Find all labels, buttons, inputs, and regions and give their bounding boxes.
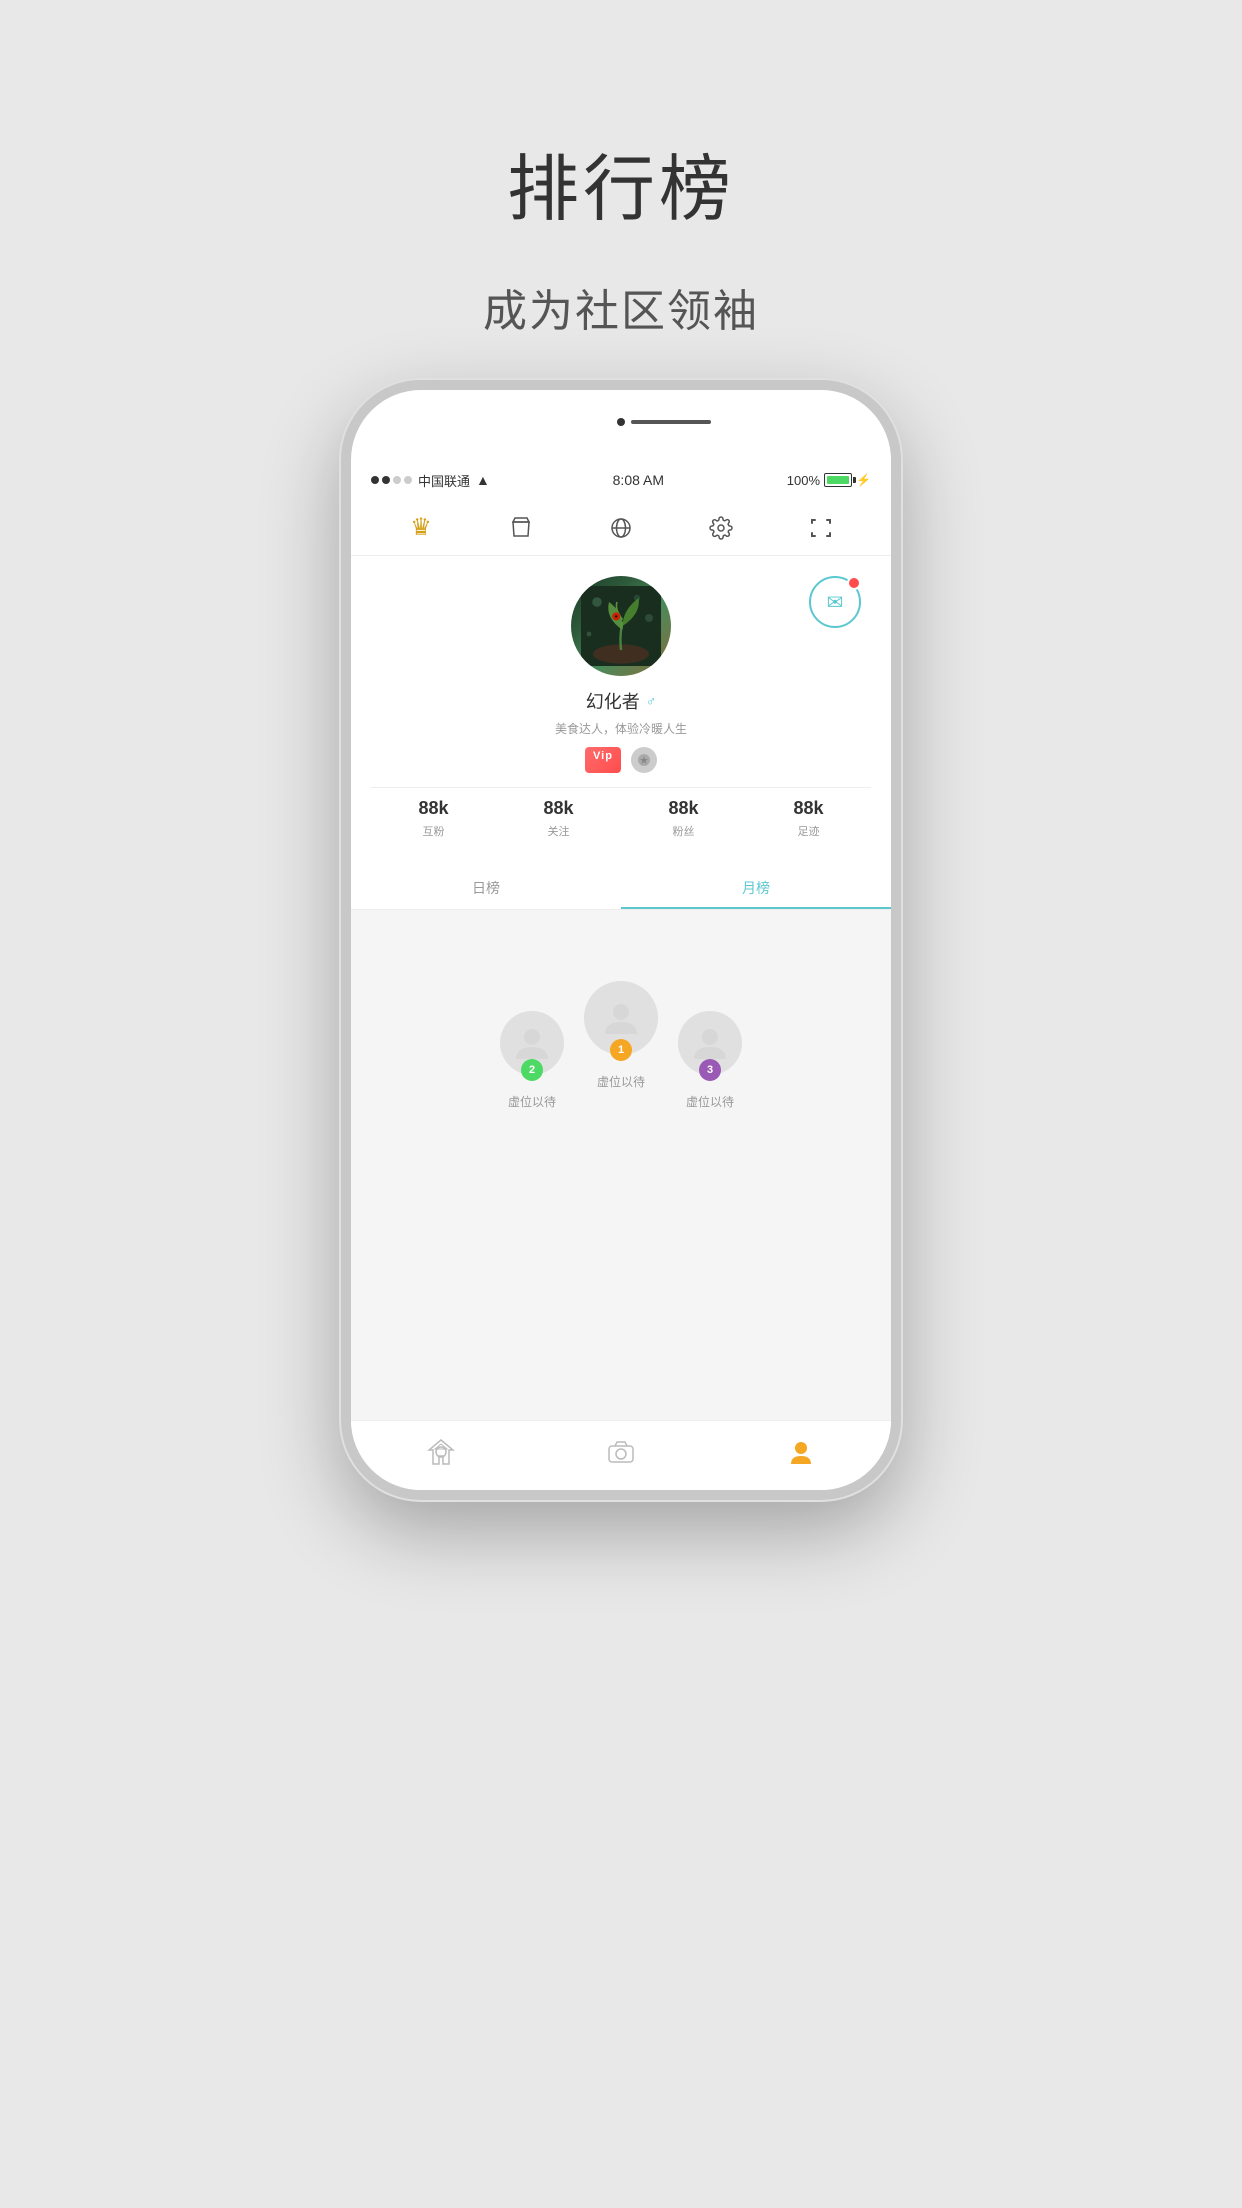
- edit-icon[interactable]: ♂: [646, 693, 657, 709]
- volume-up-button[interactable]: [341, 650, 343, 710]
- stat-footprint[interactable]: 88k 足迹: [793, 798, 823, 839]
- power-button[interactable]: [899, 650, 901, 730]
- camera-icon: [607, 1438, 635, 1473]
- podium-rank-1[interactable]: 1 虚位以待: [584, 981, 658, 1090]
- page-subtitle: 成为社区领袖: [483, 275, 759, 339]
- avatar-container: [571, 576, 671, 676]
- medal-badge: [631, 747, 657, 773]
- podium-rank-3[interactable]: 3 虚位以待: [678, 1011, 742, 1110]
- message-button[interactable]: ✉: [809, 576, 861, 628]
- ranking-podium: 2 虚位以待 1 虚位以待: [361, 930, 881, 1110]
- profile-section: ✉: [351, 556, 891, 869]
- stat-value-fans: 88k: [668, 798, 698, 819]
- status-bar: 中国联通 ▲ 8:08 AM 100% ⚡: [351, 460, 891, 500]
- ranking-section: 2 虚位以待 1 虚位以待: [351, 910, 891, 1420]
- battery-icon: [824, 473, 852, 487]
- volume-down-button[interactable]: [341, 730, 343, 790]
- username: 幻化者 ♂: [586, 688, 657, 714]
- bio: 美食达人，体验冷暖人生: [555, 720, 687, 737]
- stat-label-mutual: 互粉: [422, 823, 444, 839]
- stat-value-following: 88k: [543, 798, 573, 819]
- phone-frame: 中国联通 ▲ 8:08 AM 100% ⚡ ♛: [341, 380, 901, 1500]
- page-title: 排行榜: [483, 130, 759, 235]
- rank2-avatar: 2: [500, 1011, 564, 1075]
- podium-rank-2[interactable]: 2 虚位以待: [500, 1011, 564, 1110]
- mail-icon: ✉: [827, 590, 844, 615]
- rank-badge-1: 1: [610, 1039, 632, 1061]
- status-right: 100% ⚡: [787, 473, 871, 488]
- rank-badge-2: 2: [521, 1059, 543, 1081]
- stat-fans[interactable]: 88k 粉丝: [668, 798, 698, 839]
- nav-home[interactable]: [411, 1431, 471, 1481]
- nav-camera[interactable]: [591, 1431, 651, 1481]
- stat-value-mutual: 88k: [418, 798, 448, 819]
- stat-value-footprint: 88k: [793, 798, 823, 819]
- battery-fill: [827, 476, 849, 484]
- carrier-label: 中国联通: [418, 471, 470, 490]
- volume-silent-button[interactable]: [341, 590, 343, 630]
- signal-dot-3: [393, 476, 401, 484]
- rank3-name: 虚位以待: [686, 1093, 734, 1110]
- rank3-avatar: 3: [678, 1011, 742, 1075]
- vip-badge: Vip: [585, 747, 621, 773]
- rank-badge-3: 3: [699, 1059, 721, 1081]
- rank1-avatar: 1: [584, 981, 658, 1055]
- tab-monthly[interactable]: 月榜: [621, 869, 891, 909]
- username-text: 幻化者: [586, 688, 640, 714]
- charging-icon: ⚡: [856, 473, 871, 487]
- signal-bars: [371, 476, 412, 484]
- scan-icon[interactable]: [803, 510, 839, 546]
- stat-following[interactable]: 88k 关注: [543, 798, 573, 839]
- tab-daily[interactable]: 日榜: [351, 869, 621, 909]
- stat-mutual-fans[interactable]: 88k 互粉: [418, 798, 448, 839]
- stat-label-footprint: 足迹: [797, 823, 819, 839]
- signal-dot-4: [404, 476, 412, 484]
- phone-speaker: [351, 390, 891, 460]
- battery-percent: 100%: [787, 473, 820, 488]
- top-nav: ♛: [351, 500, 891, 556]
- home-icon: [427, 1438, 455, 1473]
- settings-icon[interactable]: [703, 510, 739, 546]
- tab-bar: 日榜 月榜: [351, 869, 891, 910]
- globe-icon[interactable]: [603, 510, 639, 546]
- rank2-name: 虚位以待: [508, 1093, 556, 1110]
- badges: Vip: [585, 747, 657, 773]
- stat-label-following: 关注: [547, 823, 569, 839]
- profile-icon: [787, 1438, 815, 1473]
- wifi-icon: ▲: [476, 472, 490, 488]
- notification-dot: [847, 576, 861, 590]
- bottom-nav: [351, 1420, 891, 1490]
- time-label: 8:08 AM: [613, 472, 664, 488]
- stats-row: 88k 互粉 88k 关注 88k 粉丝 88k 足迹: [371, 787, 871, 849]
- nav-profile[interactable]: [771, 1431, 831, 1481]
- avatar[interactable]: [571, 576, 671, 676]
- status-left: 中国联通 ▲: [371, 471, 490, 490]
- bag-icon[interactable]: [503, 510, 539, 546]
- signal-dot-1: [371, 476, 379, 484]
- signal-dot-2: [382, 476, 390, 484]
- stat-label-fans: 粉丝: [672, 823, 694, 839]
- crown-icon[interactable]: ♛: [403, 510, 439, 546]
- rank1-name: 虚位以待: [597, 1073, 645, 1090]
